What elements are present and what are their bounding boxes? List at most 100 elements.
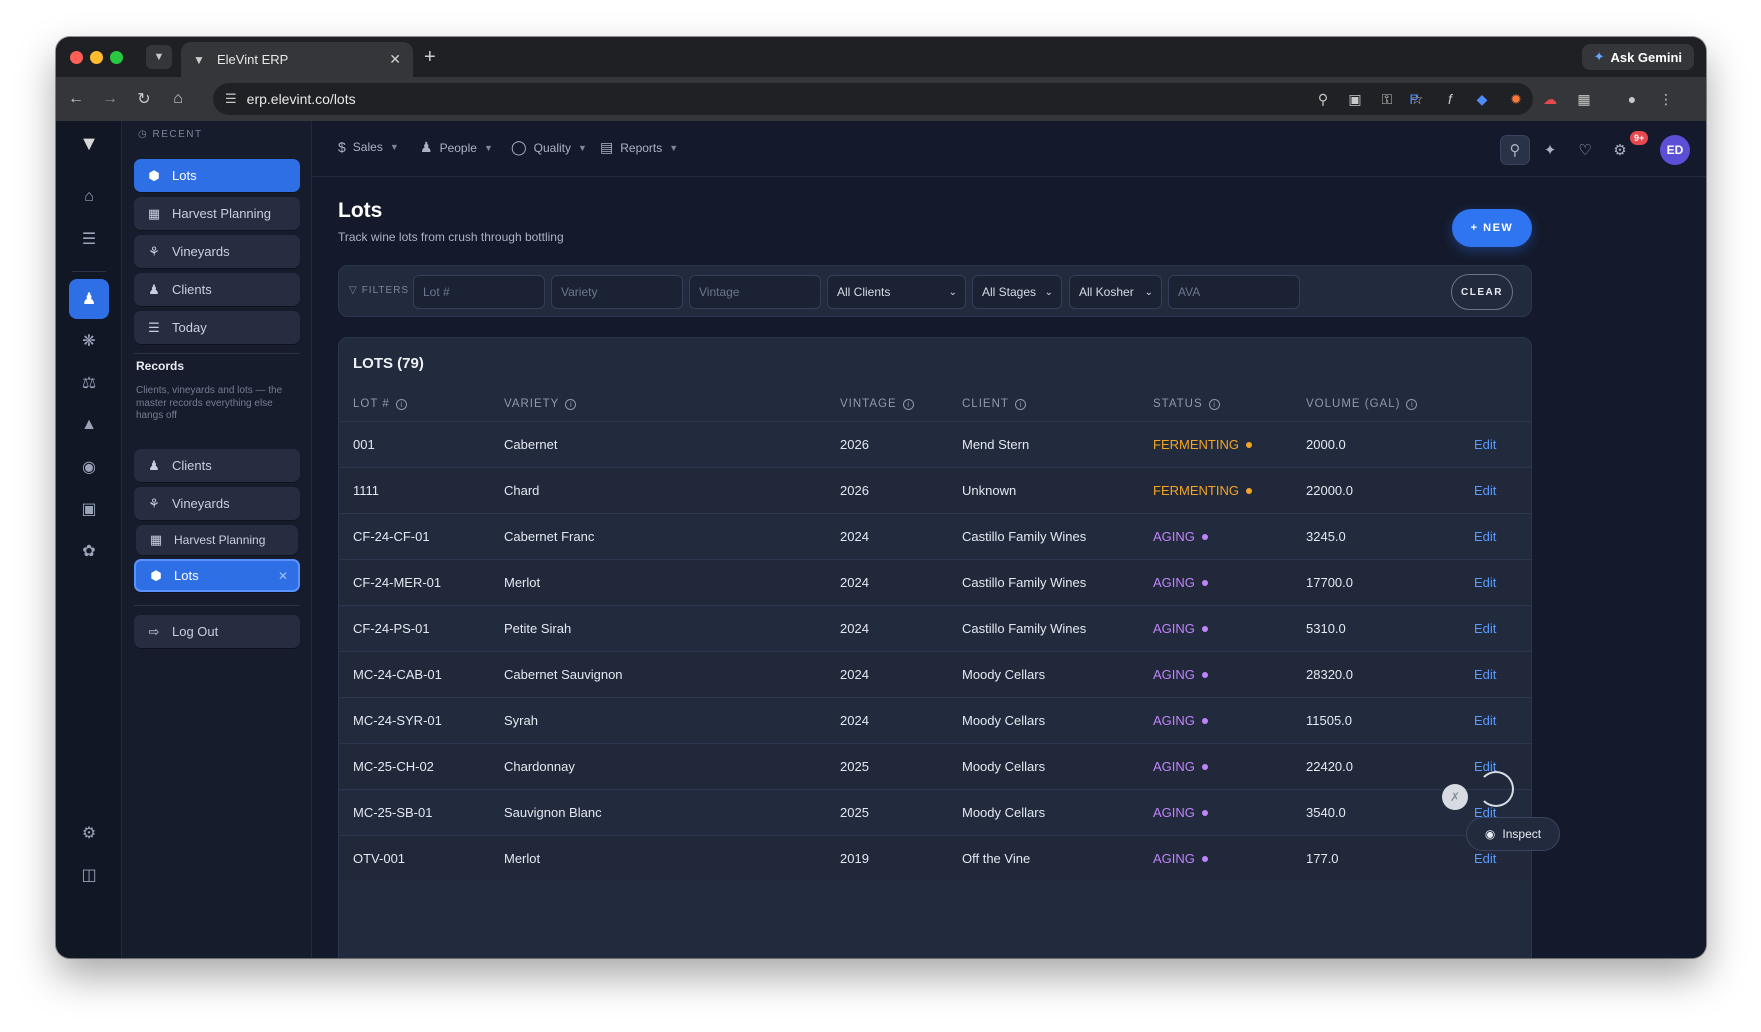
extension-burst-icon[interactable]: ✹ xyxy=(1506,89,1526,109)
column-header-lot[interactable]: LOT # i xyxy=(353,398,407,410)
modules-icon[interactable]: ✿ xyxy=(75,537,103,565)
recent-item-harvest-planning[interactable]: ▦ Harvest Planning xyxy=(134,197,300,230)
info-icon: i xyxy=(395,398,407,410)
site-info-icon[interactable]: ☰ xyxy=(225,91,237,107)
nav-people[interactable]: ♟ People ▼ xyxy=(420,139,493,156)
chevron-down-icon: ⌄ xyxy=(948,286,957,298)
edit-link[interactable]: Edit xyxy=(1474,437,1496,452)
user-avatar[interactable]: ED xyxy=(1660,135,1690,165)
address-bar[interactable]: ☰ erp.elevint.co/lots ⚲ ▣ ⚿ ☆ xyxy=(213,83,1533,115)
lot-number-input[interactable] xyxy=(413,275,545,309)
bell-icon[interactable]: ♡ xyxy=(1570,135,1600,165)
zoom-icon[interactable]: ⚲ xyxy=(1313,89,1333,109)
forward-button[interactable]: → xyxy=(98,87,122,111)
column-header-client[interactable]: CLIENT i xyxy=(962,398,1026,410)
recent-item-lots[interactable]: ⬢ Lots xyxy=(134,159,300,192)
table-row[interactable]: MC-24-CAB-01 Cabernet Sauvignon 2024 Moody … xyxy=(339,651,1531,697)
table-row[interactable]: 001 Cabernet 2026 Mend Stern 2000.0 FERMENTIN… xyxy=(339,421,1531,467)
column-header-vintage[interactable]: VINTAGE i xyxy=(840,398,914,410)
browser-tab[interactable]: ▼ EleVint ERP ✕ xyxy=(181,42,413,77)
nav-sales[interactable]: $ Sales ▼ xyxy=(338,139,399,155)
sparkles-icon[interactable]: ✦ xyxy=(1535,135,1565,165)
table-row[interactable]: CF-24-CF-01 Cabernet Franc 2024 Castillo Fa… xyxy=(339,513,1531,559)
extension-cloud-icon[interactable]: ☁ xyxy=(1540,89,1560,109)
stages-select[interactable]: All Stages ⌄ xyxy=(972,275,1062,309)
records-users-icon[interactable]: ♟ xyxy=(69,279,109,319)
recent-item-vineyards[interactable]: ⚘ Vineyards xyxy=(134,235,300,268)
kosher-select[interactable]: All Kosher ⌄ xyxy=(1069,275,1162,309)
mic-off-icon[interactable]: ✗ xyxy=(1442,784,1468,810)
ask-gemini-button[interactable]: ✦ Ask Gemini xyxy=(1581,44,1694,70)
home-button[interactable]: ⌂ xyxy=(166,87,190,111)
edit-link[interactable]: Edit xyxy=(1474,713,1496,728)
table-row[interactable]: OTV-001 Merlot 2019 Off the Vine 177.0 AGING E… xyxy=(339,835,1531,881)
clients-select[interactable]: All Clients ⌄ xyxy=(827,275,966,309)
recent-item-label: Harvest Planning xyxy=(172,206,271,221)
vintage-input[interactable] xyxy=(689,275,821,309)
wine-glass-icon[interactable]: ⚖ xyxy=(75,369,103,397)
close-window-button[interactable] xyxy=(70,51,83,64)
browser-menu-icon[interactable]: ⋮ xyxy=(1656,89,1676,109)
table-row[interactable]: CF-24-PS-01 Petite Sirah 2024 Castillo Fami… xyxy=(339,605,1531,651)
collapse-panel-icon[interactable]: ◫ xyxy=(75,861,103,889)
table-row[interactable]: CF-24-MER-01 Merlot 2024 Castillo Family Wi… xyxy=(339,559,1531,605)
reload-button[interactable]: ↻ xyxy=(132,87,156,111)
close-icon[interactable]: ✕ xyxy=(278,569,288,583)
nav-reports[interactable]: ▤ Reports ▼ xyxy=(600,139,678,156)
variety-input[interactable] xyxy=(551,275,683,309)
edit-link[interactable]: Edit xyxy=(1474,575,1496,590)
ava-input[interactable] xyxy=(1168,275,1300,309)
tasks-icon[interactable]: ☰ xyxy=(75,225,103,253)
grapes-icon[interactable]: ❋ xyxy=(75,327,103,355)
settings-gear-icon[interactable]: ⚙ xyxy=(1605,135,1635,165)
maximize-window-button[interactable] xyxy=(110,51,123,64)
extension-fx-icon[interactable]: f xyxy=(1440,89,1460,109)
records-title: Records xyxy=(136,359,185,373)
column-header-variety[interactable]: VARIETY i xyxy=(504,398,577,410)
flask-icon[interactable]: ▲ xyxy=(75,411,103,439)
edit-link[interactable]: Edit xyxy=(1474,529,1496,544)
extension-p-icon[interactable]: P xyxy=(1404,89,1424,109)
back-button[interactable]: ← xyxy=(64,87,88,111)
edit-link[interactable]: Edit xyxy=(1474,483,1496,498)
logout-icon[interactable]: ⇨ xyxy=(1698,135,1706,165)
recent-item-today[interactable]: ☰ Today xyxy=(134,311,300,344)
password-key-icon[interactable]: ⚿ xyxy=(1377,89,1397,109)
elevint-logo-icon[interactable]: ▼ xyxy=(74,133,104,163)
install-app-icon[interactable]: ▣ xyxy=(1345,89,1365,109)
new-tab-button[interactable]: + xyxy=(424,45,436,69)
recent-item-clients[interactable]: ♟ Clients xyxy=(134,273,300,306)
record-item-harvest-planning[interactable]: ▦ Harvest Planning xyxy=(136,525,298,555)
droplet-icon[interactable]: ◉ xyxy=(75,453,103,481)
column-header-status[interactable]: STATUS i xyxy=(1153,398,1220,410)
extensions-puzzle-icon[interactable]: ▦ xyxy=(1574,89,1594,109)
new-lot-button[interactable]: + NEW xyxy=(1452,209,1532,247)
table-row[interactable]: MC-24-SYR-01 Syrah 2024 Moody Cellars 11505.… xyxy=(339,697,1531,743)
edit-link[interactable]: Edit xyxy=(1474,621,1496,636)
record-item-lots[interactable]: ⬢ Lots ✕ xyxy=(134,559,300,592)
table-row[interactable]: MC-25-CH-02 Chardonnay 2025 Moody Cellars 22… xyxy=(339,743,1531,789)
clear-filters-button[interactable]: CLEAR xyxy=(1451,274,1513,310)
close-tab-icon[interactable]: ✕ xyxy=(389,51,401,68)
profile-avatar-icon[interactable]: ● xyxy=(1622,89,1642,109)
logout-button[interactable]: ⇨ Log Out xyxy=(134,615,300,648)
package-icon[interactable]: ▣ xyxy=(75,495,103,523)
edit-link[interactable]: Edit xyxy=(1474,851,1496,866)
nav-quality[interactable]: ◯ Quality ▼ xyxy=(511,139,587,156)
settings-gear-icon[interactable]: ⚙ xyxy=(75,819,103,847)
cell-client: Moody Cellars xyxy=(962,667,1046,682)
table-row[interactable]: 1111 Chard 2026 Unknown 22000.0 FERMENTING Edi… xyxy=(339,467,1531,513)
table-row[interactable]: MC-25-SB-01 Sauvignon Blanc 2025 Moody Cell… xyxy=(339,789,1531,835)
record-item-clients[interactable]: ♟ Clients xyxy=(134,449,300,482)
page-title: Lots xyxy=(338,199,383,222)
search-icon[interactable]: ⚲ xyxy=(1500,135,1530,165)
tab-search-button[interactable]: ▼ xyxy=(146,45,172,69)
column-header-volume[interactable]: VOLUME (GAL) i xyxy=(1306,398,1418,410)
extension-tag-icon[interactable]: ◆ xyxy=(1472,89,1492,109)
record-item-vineyards[interactable]: ⚘ Vineyards xyxy=(134,487,300,520)
cell-client: Moody Cellars xyxy=(962,713,1046,728)
minimize-window-button[interactable] xyxy=(90,51,103,64)
inspect-button[interactable]: ◉ Inspect xyxy=(1466,817,1560,851)
edit-link[interactable]: Edit xyxy=(1474,667,1496,682)
home-icon[interactable]: ⌂ xyxy=(75,183,103,211)
